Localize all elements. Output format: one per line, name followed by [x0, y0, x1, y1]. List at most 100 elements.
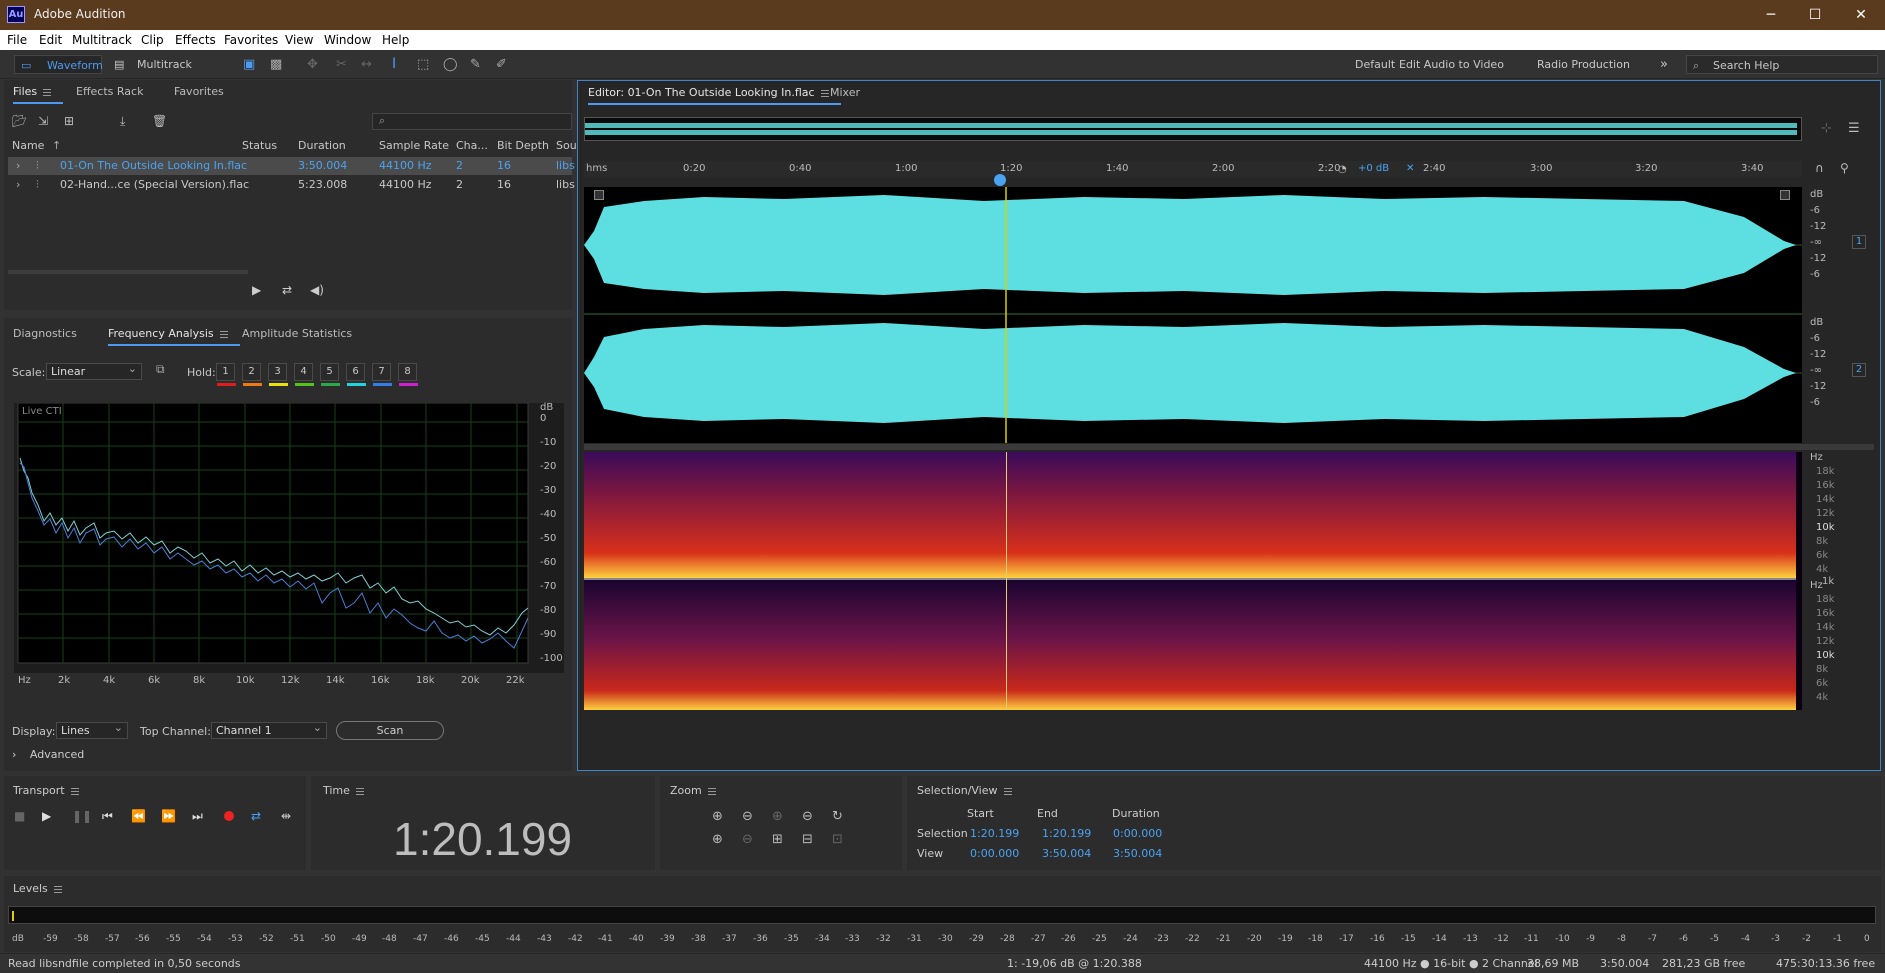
time-selection-tool-icon[interactable]: I: [392, 55, 396, 74]
view-start-field[interactable]: 0:00.000: [970, 847, 1019, 860]
fade-in-handle[interactable]: [594, 190, 604, 200]
pin-icon[interactable]: ✕: [1406, 163, 1414, 174]
waveform-display[interactable]: [584, 187, 1802, 443]
go-to-end-icon[interactable]: ⏭: [192, 809, 203, 824]
hold-button-2[interactable]: 2: [242, 363, 262, 386]
selection-duration-field[interactable]: 0:00.000: [1113, 827, 1162, 840]
tab-mixer[interactable]: Mixer: [830, 86, 860, 99]
spectral-display[interactable]: [584, 452, 1802, 710]
play-preview-icon[interactable]: ▶: [252, 283, 261, 297]
scan-button[interactable]: Scan: [336, 721, 444, 740]
zoom-out-frequency-icon[interactable]: ⊖: [742, 832, 753, 847]
view-duration-field[interactable]: 3:50.004: [1113, 847, 1162, 860]
open-file-icon[interactable]: 📂︎: [12, 114, 27, 128]
waveform-view-button[interactable]: ▭ Waveform: [14, 55, 103, 74]
marquee-tool-icon[interactable]: ⬚: [417, 55, 429, 74]
panel-menu-icon[interactable]: [1003, 787, 1012, 795]
tab-amplitude-statistics[interactable]: Amplitude Statistics: [242, 327, 352, 340]
channel-2-toggle[interactable]: 2: [1852, 363, 1866, 377]
volume-knob-icon[interactable]: ◔: [1338, 164, 1347, 175]
overview-menu-icon[interactable]: ☰: [1848, 121, 1860, 136]
skip-selection-icon[interactable]: ⇹: [281, 809, 291, 823]
play-icon[interactable]: ▶: [42, 809, 51, 823]
top-channel-dropdown[interactable]: Channel 1: [211, 720, 327, 739]
menu-favorites[interactable]: Favorites: [224, 33, 278, 47]
zoom-navigator-icon[interactable]: ⊹: [1821, 121, 1832, 136]
record-icon[interactable]: [224, 811, 234, 821]
panel-menu-icon[interactable]: [70, 787, 79, 795]
delete-file-icon[interactable]: 🗑︎: [152, 114, 167, 128]
expand-chevron-icon[interactable]: ›: [16, 176, 20, 194]
loop-playback-icon[interactable]: ⇄: [251, 809, 261, 823]
selection-end-field[interactable]: 1:20.199: [1042, 827, 1091, 840]
hold-button-5[interactable]: 5: [320, 363, 340, 386]
workspace-edit-audio-to-video[interactable]: Edit Audio to Video: [1399, 55, 1504, 74]
menu-effects[interactable]: Effects: [175, 33, 216, 47]
zoom-in-time-icon[interactable]: ⊕: [772, 809, 783, 824]
tab-favorites[interactable]: Favorites: [174, 85, 224, 98]
panel-menu-icon[interactable]: [53, 885, 62, 893]
go-to-start-icon[interactable]: ⏮: [102, 809, 113, 824]
marker-pin-icon[interactable]: ⚲: [1840, 161, 1849, 175]
spot-healing-tool-icon[interactable]: ✐: [496, 55, 507, 74]
lasso-tool-icon[interactable]: ◯: [443, 55, 458, 74]
panel-menu-icon[interactable]: [820, 89, 829, 97]
pause-icon[interactable]: ❚❚: [72, 809, 92, 823]
tab-editor[interactable]: Editor: 01-On The Outside Looking In.fla…: [588, 86, 841, 105]
current-time-display[interactable]: 1:20.199: [393, 812, 572, 866]
selection-start-field[interactable]: 1:20.199: [970, 827, 1019, 840]
zoom-in-amplitude-icon[interactable]: ⊕: [712, 809, 723, 824]
tab-files[interactable]: Files: [13, 85, 64, 104]
close-button[interactable]: ✕: [1838, 4, 1884, 26]
hold-button-6[interactable]: 6: [346, 363, 366, 386]
import-file-icon[interactable]: ⇲: [38, 114, 48, 128]
search-help-field[interactable]: ⌕ Search Help: [1686, 55, 1878, 74]
hold-button-8[interactable]: 8: [398, 363, 418, 386]
menu-help[interactable]: Help: [382, 33, 409, 47]
view-end-field[interactable]: 3:50.004: [1042, 847, 1091, 860]
time-ruler[interactable]: hms 0:20 0:40 1:00 1:20 1:40 2:00 2:20 2…: [584, 161, 1802, 177]
zoom-selection-icon[interactable]: ⊞: [772, 832, 783, 847]
rewind-icon[interactable]: ⏪: [131, 809, 146, 823]
spectral-display-icon[interactable]: ▣: [243, 55, 255, 74]
new-file-icon[interactable]: ⊞: [64, 114, 74, 128]
tab-frequency-analysis[interactable]: Frequency Analysis: [108, 327, 240, 346]
workspace-radio-production[interactable]: Radio Production: [1537, 55, 1630, 74]
razor-tool-icon[interactable]: ✂: [336, 55, 347, 74]
menu-window[interactable]: Window: [324, 33, 371, 47]
zoom-in-frequency-icon[interactable]: ⊕: [712, 832, 723, 847]
menu-edit[interactable]: Edit: [39, 33, 62, 47]
zoom-out-amplitude-icon[interactable]: ⊖: [742, 809, 753, 824]
multitrack-view-button[interactable]: ▤ Multitrack: [108, 55, 196, 74]
files-search-input[interactable]: ⌕: [372, 113, 572, 130]
brush-tool-icon[interactable]: ✎: [470, 55, 481, 74]
more-workspaces-button[interactable]: »: [1660, 55, 1668, 74]
menu-file[interactable]: File: [7, 33, 27, 47]
tab-effects-rack[interactable]: Effects Rack: [76, 85, 143, 98]
move-tool-icon[interactable]: ✥: [307, 55, 318, 74]
zoom-to-selection-icon[interactable]: ⊟: [802, 832, 813, 847]
autoplay-icon[interactable]: ◀): [310, 283, 324, 297]
zoom-out-time-icon[interactable]: ⊖: [802, 809, 813, 824]
fast-forward-icon[interactable]: ⏩: [161, 809, 176, 823]
channel-1-toggle[interactable]: 1: [1852, 235, 1866, 249]
advanced-toggle[interactable]: › Advanced: [12, 748, 84, 761]
maximize-button[interactable]: ☐: [1792, 4, 1838, 26]
stop-icon[interactable]: ■: [14, 809, 25, 823]
panel-menu-icon[interactable]: [355, 787, 364, 795]
loop-preview-icon[interactable]: ⇄: [282, 283, 292, 297]
hold-button-1[interactable]: 1: [216, 363, 236, 386]
menu-multitrack[interactable]: Multitrack: [72, 33, 132, 47]
menu-clip[interactable]: Clip: [141, 33, 164, 47]
headphones-icon[interactable]: ∩: [1815, 161, 1824, 175]
scale-dropdown[interactable]: Linear: [46, 361, 142, 380]
display-dropdown[interactable]: Lines: [56, 720, 128, 739]
hold-button-4[interactable]: 4: [294, 363, 314, 386]
display-divider[interactable]: [584, 444, 1874, 450]
expand-chevron-icon[interactable]: ›: [16, 157, 20, 175]
pitch-display-icon[interactable]: ▩: [270, 55, 282, 74]
fade-out-handle[interactable]: [1780, 190, 1790, 200]
panel-menu-icon[interactable]: [219, 330, 228, 338]
panel-menu-icon[interactable]: [707, 787, 716, 795]
zoom-reset-icon[interactable]: ⊡: [832, 832, 843, 847]
